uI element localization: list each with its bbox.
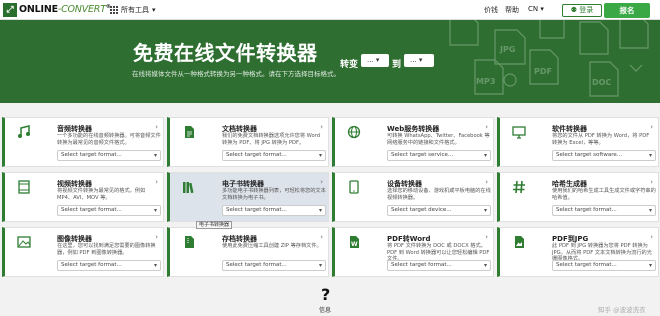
target-format-select[interactable]: Select target format... <box>222 150 326 161</box>
archive-icon <box>185 236 194 248</box>
file-icons-decoration: JPG PDF DOC MP3 <box>449 20 649 97</box>
chevron-right-icon: › <box>650 233 653 241</box>
tooltip: 电子书转换器 <box>196 221 233 229</box>
target-format-select[interactable]: Select target format... <box>552 260 656 271</box>
card-description: 在这里，您可以找到满足您需要的图像转换器，例如 PDF 到图像转换器。 <box>57 243 156 256</box>
to-label: 到 <box>392 60 402 70</box>
card-description: 将视频文件转换为最常见的格式，例如 MP4、AVI、MOV 等。 <box>57 188 146 201</box>
chevron-down-icon: ▾ <box>418 56 423 64</box>
target-format-value: ... <box>410 56 417 64</box>
card-description: 使用此免费压缩工具创建 ZIP 等存档文件。 <box>222 243 322 249</box>
watermark-text: 知乎 @波波洗衣 <box>598 306 646 314</box>
site-logo[interactable]: ⤢ ONLINE-CONVERT® <box>3 3 111 17</box>
top-navigation-bar: ⤢ ONLINE-CONVERT® 所有工具 ▾ 价钱 帮助 CN ▾ ⚉ 登录… <box>0 0 660 20</box>
deco-label-doc: DOC <box>592 78 611 87</box>
target-format-select[interactable]: Select target format... <box>57 260 161 271</box>
target-format-select[interactable]: ... ▾ <box>404 54 434 67</box>
card-device-converter[interactable]: 设备转换器 选择您的移动设备、游戏机或平板电脑的在线视频转换器。 › Selec… <box>332 172 494 222</box>
target-format-select[interactable]: Select target format... <box>57 150 161 161</box>
music-icon <box>18 125 30 138</box>
card-video-converter[interactable]: 视频转换器 将视频文件转换为最常见的格式，例如 MP4、AVI、MOV 等。 ›… <box>2 172 164 222</box>
deco-label-mp3: MP3 <box>476 77 495 86</box>
card-description: 可转换 WhatsApp、Twitter、Facebook 等网络服务中的链接和… <box>387 133 490 146</box>
source-format-value: ... <box>367 56 374 64</box>
word-icon: W <box>350 236 359 248</box>
all-tools-label: 所有工具 <box>121 6 149 14</box>
card-web-service-converter[interactable]: Web服务转换器 可转换 WhatsApp、Twitter、Facebook 等… <box>332 117 494 167</box>
page-title: 免费在线文件转换器 <box>133 41 318 65</box>
user-icon: ⚉ <box>570 6 578 14</box>
nav-link-help[interactable]: 帮助 <box>505 5 519 15</box>
hero-subtitle: 在线将媒体文件从一种格式转换为另一种格式。请在下方选择目标格式。 <box>132 70 340 78</box>
logo-text: ONLINE-CONVERT® <box>19 4 111 15</box>
deco-label-jpg: JPG <box>499 45 515 54</box>
card-description: 一个多功能的在线音频转换器。可将音频文件转换为最常见的音频文件格式。 <box>57 133 161 146</box>
info-label: 信息 <box>319 307 332 314</box>
card-description: 使用我们的哈希生成工具生成文件或字符串的哈希值。 <box>552 188 656 201</box>
all-tools-menu[interactable]: 所有工具 ▾ <box>110 5 156 15</box>
chevron-right-icon: › <box>320 178 323 186</box>
svg-text:W: W <box>351 241 358 248</box>
target-format-select[interactable]: Select target format... <box>222 260 326 271</box>
card-hash-generator[interactable]: 哈希生成器 使用我们的哈希生成工具生成文件或字符串的哈希值。 › Select … <box>497 172 659 222</box>
chevron-down-icon: ▾ <box>152 6 156 14</box>
film-icon <box>18 180 30 194</box>
chevron-right-icon: › <box>485 233 488 241</box>
card-software-converter[interactable]: 软件转换器 将您的文件从 PDF 转换为 Word，将 PDF 转换为 Exce… <box>497 117 659 167</box>
language-label: CN <box>528 5 539 13</box>
card-pdf-to-jpg[interactable]: PDF到JPG 此 PDF 到 JPG 转换器为您将 PDF 转换为 JPG。从… <box>497 227 659 277</box>
chevron-right-icon: › <box>650 178 653 186</box>
target-service-select[interactable]: Select target service... <box>387 150 491 161</box>
monitor-icon <box>512 126 526 139</box>
target-format-select[interactable]: Select target format... <box>222 205 326 216</box>
card-description: 选择您的移动设备、游戏机或平板电脑的在线视频转换器。 <box>387 188 491 201</box>
card-pdf-to-word[interactable]: W PDF转Word 将 PDF 文件转换为 DOC 或 DOCX 格式。PDF… <box>332 227 494 277</box>
target-software-select[interactable]: Select target software... <box>552 150 656 161</box>
card-description: 我们的免费文档转换器选项允许您将 Word 转换为 PDF、将 JPG 转换为 … <box>222 133 320 146</box>
chevron-right-icon: › <box>320 123 323 131</box>
card-description: 将您的文件从 PDF 转换为 Word，将 PDF 转换为 Excel，等等。 <box>552 133 650 146</box>
card-image-converter[interactable]: 图像转换器 在这里，您可以找到满足您需要的图像转换器，例如 PDF 到图像转换器… <box>2 227 164 277</box>
pdf-image-icon <box>515 236 524 248</box>
hero-banner: JPG PDF DOC MP3 免费在线文件转换器 在线将媒体文件从一种格式转换… <box>0 20 660 103</box>
target-device-select[interactable]: Select target device... <box>387 205 491 216</box>
source-format-select[interactable]: ... ▾ <box>361 54 389 67</box>
card-ebook-converter[interactable]: 电子书转换器 多功能电子书转换器列表，可轻松将您的文本文档转换为电子书。 › S… <box>167 172 329 222</box>
login-button[interactable]: ⚉ 登录 <box>562 4 602 17</box>
logo-text-b: -CONVERT <box>57 4 106 16</box>
signup-button[interactable]: 报名 <box>604 3 650 18</box>
target-format-select[interactable]: Select target format... <box>387 260 491 271</box>
chevron-down-icon: ▾ <box>540 5 544 13</box>
books-icon <box>183 182 194 194</box>
globe-icon <box>347 125 361 139</box>
target-format-select[interactable]: Select target format... <box>552 205 656 216</box>
card-audio-converter[interactable]: 音频转换器 一个多功能的在线音频转换器。可将音频文件转换为最常见的音频文件格式。… <box>2 117 164 167</box>
target-format-select[interactable]: Select target format... <box>57 205 161 216</box>
chevron-right-icon: › <box>320 233 323 241</box>
chevron-right-icon: › <box>485 178 488 186</box>
chevron-right-icon: › <box>155 233 158 241</box>
image-icon <box>17 236 31 248</box>
chevron-right-icon: › <box>155 178 158 186</box>
document-icon <box>185 126 194 138</box>
card-document-converter[interactable]: 文档转换器 我们的免费文档转换器选项允许您将 Word 转换为 PDF、将 JP… <box>167 117 329 167</box>
chevron-right-icon: › <box>485 123 488 131</box>
logo-icon: ⤢ <box>3 3 17 17</box>
card-description: 多功能电子书转换器列表，可轻松将您的文本文档转换为电子书。 <box>222 188 326 201</box>
help-icon[interactable]: ? <box>321 285 330 304</box>
chevron-right-icon: › <box>155 123 158 131</box>
card-archive-converter[interactable]: 存档转换器 使用此免费压缩工具创建 ZIP 等存档文件。 › Select ta… <box>167 227 329 277</box>
deco-label-pdf: PDF <box>534 67 552 76</box>
nav-link-pricing[interactable]: 价钱 <box>484 5 498 15</box>
chevron-right-icon: › <box>650 123 653 131</box>
logo-text-a: ONLINE <box>19 4 58 16</box>
convert-label: 转变 <box>340 60 359 70</box>
tablet-icon <box>349 180 359 194</box>
grid-icon <box>110 6 118 14</box>
chevron-down-icon: ▾ <box>375 56 380 64</box>
language-selector[interactable]: CN ▾ <box>528 5 544 13</box>
hash-icon <box>513 180 525 194</box>
login-label: 登录 <box>579 6 594 14</box>
